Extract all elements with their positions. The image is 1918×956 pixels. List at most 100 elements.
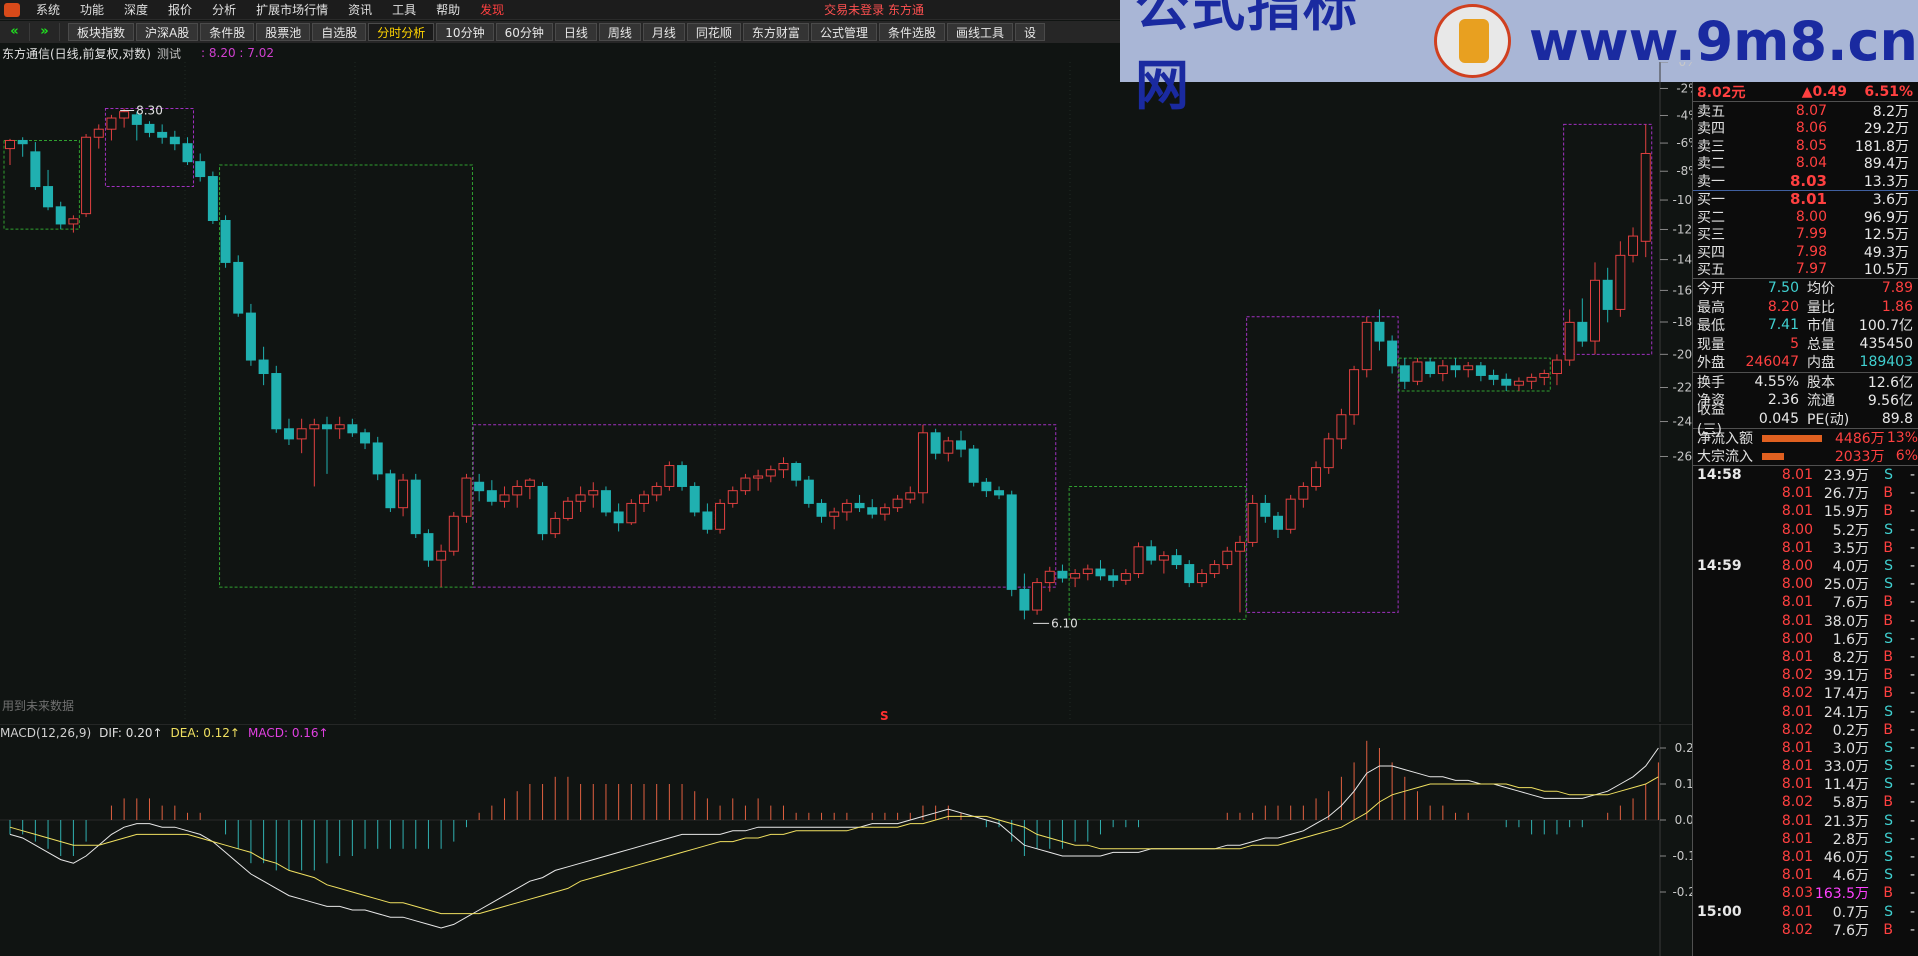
tick-row[interactable]: 8.02 5.8万 B - (1693, 793, 1918, 811)
orderbook-row[interactable]: 买四 7.98 49.3万 (1693, 243, 1918, 261)
toolbar-button[interactable]: 自选股 (312, 23, 367, 41)
candle[interactable] (1590, 262, 1600, 355)
tick-row[interactable]: 8.02 39.1万 B - (1693, 666, 1918, 684)
tick-row[interactable]: 8.01 24.1万 S - (1693, 702, 1918, 721)
candle[interactable] (1450, 358, 1461, 378)
candle[interactable] (1234, 535, 1245, 613)
candle[interactable] (43, 169, 54, 211)
candle[interactable] (296, 418, 307, 454)
orderbook-row[interactable]: 卖一 8.03 13.3万 (1693, 172, 1918, 190)
candle[interactable] (1399, 358, 1410, 390)
orderbook-row[interactable]: 买二 8.00 96.9万 (1693, 208, 1918, 226)
candle[interactable] (639, 490, 649, 512)
orderbook-row[interactable]: 卖三 8.05 181.8万 (1693, 137, 1918, 155)
candle[interactable] (1273, 511, 1283, 539)
candle[interactable] (119, 108, 130, 128)
candle[interactable] (410, 473, 421, 539)
candle[interactable] (1171, 549, 1182, 570)
tick-row[interactable]: 8.01 38.0万 B - (1693, 612, 1918, 630)
candle[interactable] (1374, 309, 1385, 351)
candle[interactable] (271, 365, 282, 433)
candle[interactable] (1526, 373, 1537, 390)
candle[interactable] (144, 121, 155, 138)
candle[interactable] (930, 428, 941, 460)
candle[interactable] (448, 511, 459, 556)
toolbar-button[interactable]: 设 (1014, 23, 1045, 41)
candle[interactable] (1501, 373, 1512, 392)
candlestick-chart[interactable]: 0% -2% -4% -6% -8% -10% -12% -14% -16% -18% -20% -2… (0, 62, 1692, 722)
candle[interactable] (233, 255, 244, 317)
tick-row[interactable]: 14:58 8.01 23.9万 S - (1693, 466, 1918, 484)
candle[interactable] (740, 473, 751, 495)
candle[interactable] (1057, 564, 1068, 583)
candle[interactable] (1539, 369, 1550, 386)
candle[interactable] (93, 124, 104, 149)
candle[interactable] (778, 457, 789, 479)
tick-row[interactable]: 8.01 21.3万 S - (1693, 812, 1918, 830)
candle[interactable] (994, 486, 1005, 500)
tick-row[interactable]: 8.01 4.6万 S - (1693, 866, 1918, 884)
tick-row[interactable]: 8.01 15.9万 B - (1693, 502, 1918, 520)
candle[interactable] (81, 134, 92, 218)
candle[interactable] (892, 494, 903, 512)
candle[interactable] (677, 461, 688, 491)
menu-analysis[interactable]: 分析 (202, 1, 246, 18)
macd-chart[interactable]: 0.20 0.10 0.00 -0.10 -0.20 (0, 724, 1692, 956)
candle[interactable] (220, 215, 231, 268)
candle[interactable] (1311, 461, 1322, 491)
candle[interactable] (245, 303, 256, 366)
menu-quotes[interactable]: 报价 (158, 1, 202, 18)
tick-row[interactable]: 14:59 8.00 4.0万 S - (1693, 557, 1918, 575)
tick-row[interactable]: 8.00 5.2万 S - (1693, 521, 1918, 539)
candle[interactable] (283, 418, 294, 445)
candle[interactable] (1488, 369, 1499, 386)
candle[interactable] (841, 499, 852, 521)
candle[interactable] (157, 124, 168, 144)
candle[interactable] (106, 114, 117, 141)
candle[interactable] (1095, 560, 1106, 581)
candle[interactable] (322, 416, 332, 474)
candle[interactable] (702, 503, 713, 534)
candle[interactable] (423, 529, 434, 567)
candle[interactable] (1247, 494, 1258, 547)
candle[interactable] (398, 473, 409, 517)
tick-row[interactable]: 8.01 11.4万 S - (1693, 775, 1918, 793)
candle[interactable] (309, 418, 320, 487)
candle[interactable] (1285, 494, 1296, 534)
candle[interactable] (1387, 335, 1398, 374)
tick-row[interactable]: 8.02 0.2万 B - (1693, 721, 1918, 739)
candle[interactable] (1564, 309, 1575, 366)
candle[interactable] (1006, 490, 1017, 597)
candle[interactable] (803, 475, 814, 508)
forward-arrows-icon[interactable]: » (30, 23, 60, 41)
candle[interactable] (1032, 578, 1043, 615)
candle[interactable] (68, 215, 79, 233)
tick-row[interactable]: 8.02 17.4万 B - (1693, 684, 1918, 702)
orderbook-row[interactable]: 买一 8.01 3.6万 (1693, 190, 1918, 208)
tick-row[interactable]: 8.01 7.6万 B - (1693, 593, 1918, 611)
toolbar-button[interactable]: 东方财富 (742, 23, 809, 41)
candle[interactable] (626, 499, 637, 525)
menu-discover[interactable]: 发现 (470, 1, 514, 18)
candle[interactable] (499, 486, 510, 508)
tick-row[interactable]: 8.01 3.0万 S - (1693, 739, 1918, 757)
orderbook-row[interactable]: 卖二 8.04 89.4万 (1693, 155, 1918, 172)
tick-row[interactable]: 8.01 46.0万 S - (1693, 848, 1918, 866)
candle[interactable] (385, 469, 396, 512)
candle[interactable] (30, 142, 41, 190)
candle[interactable] (1475, 361, 1486, 382)
candle[interactable] (664, 461, 675, 491)
candle[interactable] (1437, 360, 1448, 382)
candle[interactable] (550, 511, 561, 539)
tick-row[interactable]: 8.00 25.0万 S - (1693, 575, 1918, 593)
candle[interactable] (1298, 482, 1309, 508)
candle[interactable] (1209, 560, 1220, 579)
candle[interactable] (715, 499, 726, 534)
toolbar-button[interactable]: 画线工具 (946, 23, 1013, 41)
candle[interactable] (1336, 408, 1347, 450)
toolbar-button[interactable]: 公式管理 (810, 23, 877, 41)
toolbar-button[interactable]: 同花顺 (686, 23, 741, 41)
candle[interactable] (55, 201, 66, 230)
candle[interactable] (917, 424, 928, 504)
candle[interactable] (905, 486, 916, 504)
